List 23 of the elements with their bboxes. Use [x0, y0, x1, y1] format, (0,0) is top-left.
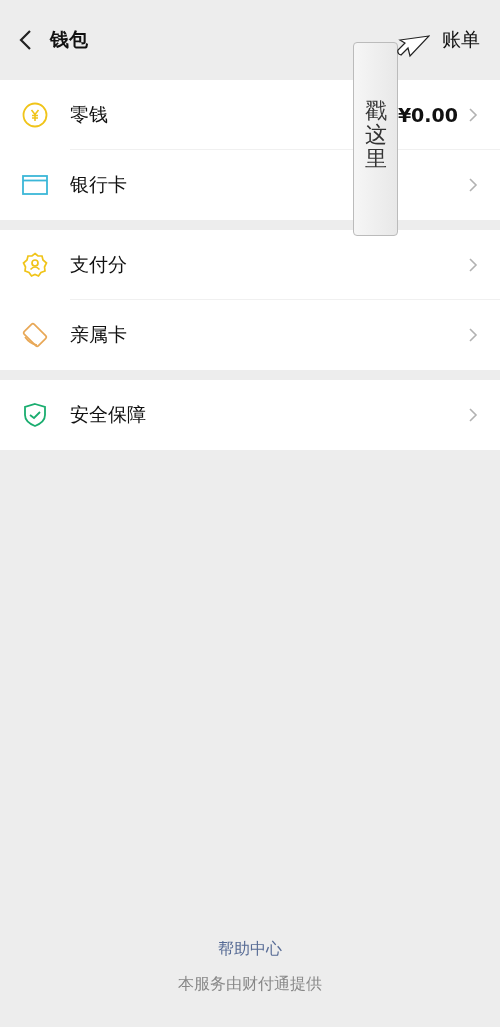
shield-icon: [23, 402, 47, 428]
item-label[interactable]: 零钱: [70, 101, 108, 128]
help-center-link[interactable]: 帮助中心: [218, 939, 282, 960]
callout-tag: 戳这里: [353, 42, 398, 236]
cards-icon: [22, 322, 48, 348]
chevron-icon: [468, 407, 478, 423]
bills-link[interactable]: 账单: [442, 27, 480, 53]
coin-icon: [22, 102, 48, 128]
balance-amount: ¥0.00: [397, 103, 458, 126]
chevron-icon: [468, 327, 478, 343]
chevron-icon: [468, 177, 478, 193]
back-icon[interactable]: [18, 29, 32, 51]
item-label[interactable]: 支付分: [70, 251, 127, 278]
card-icon: [22, 174, 48, 196]
item-label[interactable]: 亲属卡: [70, 322, 127, 348]
item-label[interactable]: 银行卡: [70, 172, 127, 198]
page-title: 钱包: [50, 27, 88, 52]
cursor-arrow-icon: [396, 34, 430, 58]
item-label[interactable]: 安全保障: [70, 402, 146, 428]
badge-icon: [22, 252, 48, 278]
chevron-icon: [468, 256, 478, 273]
provider-note: 本服务由财付通提供: [178, 974, 322, 995]
chevron-icon: [468, 106, 478, 123]
